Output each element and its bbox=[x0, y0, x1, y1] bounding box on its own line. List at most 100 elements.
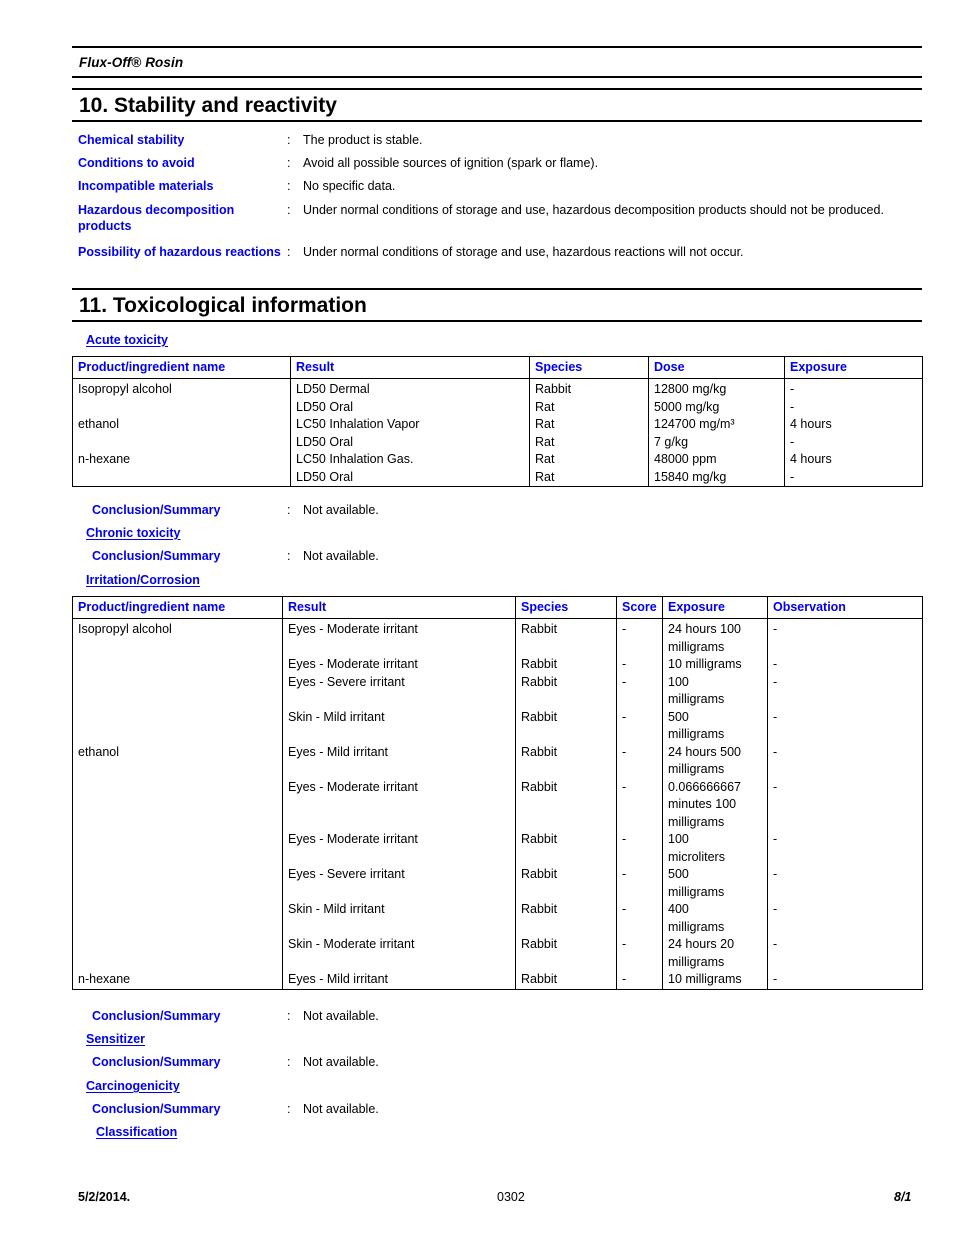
cell-observation: - bbox=[767, 778, 923, 831]
value-conclusion-summary: Not available. bbox=[303, 1102, 379, 1116]
cell-result: Eyes - Moderate irritant bbox=[282, 618, 516, 656]
col-header-observation: Observation bbox=[767, 596, 923, 619]
cell-result: LD50 Dermal bbox=[290, 378, 530, 399]
cell-exposure: 24 hours 20 milligrams bbox=[662, 936, 768, 971]
cell-species: Rabbit bbox=[515, 673, 617, 709]
value-conclusion-summary: Not available. bbox=[303, 549, 379, 563]
cell-species: Rat bbox=[529, 433, 649, 451]
table-row: Eyes - Moderate irritant Rabbit -0.0666666… bbox=[72, 778, 923, 831]
cell-species: Rabbit bbox=[515, 778, 617, 831]
cell-result: LC50 Inhalation Gas. bbox=[290, 451, 530, 469]
cell-score: - bbox=[616, 901, 663, 936]
value-possibility-hazardous-reactions: Under normal conditions of storage and u… bbox=[303, 245, 744, 259]
col-header-result: Result bbox=[290, 356, 530, 379]
cell-result: Eyes - Mild irritant bbox=[282, 971, 516, 990]
def-row-irritation-conclusion: Conclusion/Summary : Not available. bbox=[72, 1009, 922, 1025]
table-acute-toxicity: Product/ingredient name Result Species D… bbox=[72, 356, 923, 487]
cell-result: Eyes - Moderate irritant bbox=[282, 831, 516, 866]
table-row: LD50 Oral Rat 7 g/kg - bbox=[72, 433, 923, 451]
cell-product-name: Isopropyl alcohol bbox=[72, 618, 283, 656]
table-row: Isopropyl alcohol Eyes - Moderate irritan… bbox=[72, 618, 923, 656]
cell-observation: - bbox=[767, 673, 923, 709]
def-row-conditions-to-avoid: Conditions to avoid : Avoid all possible… bbox=[72, 156, 922, 172]
cell-product-name bbox=[72, 901, 283, 936]
table-row: Isopropyl alcohol LD50 Dermal Rabbit 128… bbox=[72, 378, 923, 399]
cell-species: Rabbit bbox=[515, 743, 617, 779]
cell-exposure: 4 hours bbox=[784, 451, 923, 469]
cell-exposure: 500 milligrams bbox=[662, 708, 768, 744]
cell-exposure: 100 microliters bbox=[662, 831, 768, 866]
subheading-carcinogenicity: Carcinogenicity bbox=[86, 1079, 180, 1093]
col-header-product-name: Product/ingredient name bbox=[72, 356, 291, 379]
footer-document-code: 0302 bbox=[497, 1190, 525, 1204]
cell-species: Rabbit bbox=[515, 656, 617, 674]
cell-result: Eyes - Moderate irritant bbox=[282, 778, 516, 831]
cell-result: LC50 Inhalation Vapor bbox=[290, 416, 530, 434]
cell-exposure: - bbox=[784, 433, 923, 451]
table-row: Eyes - Severe irritant Rabbit -500 milligra… bbox=[72, 866, 923, 901]
cell-product-name: Isopropyl alcohol bbox=[72, 378, 291, 399]
def-row-chronic-conclusion: Conclusion/Summary : Not available. bbox=[72, 549, 922, 565]
cell-species: Rabbit bbox=[515, 866, 617, 901]
cell-exposure: 100 milligrams bbox=[662, 673, 768, 709]
table-row: LD50 Oral Rat 15840 mg/kg - bbox=[72, 468, 923, 487]
table-irritation-corrosion: Product/ingredient name Result Species S… bbox=[72, 596, 923, 990]
cell-observation: - bbox=[767, 901, 923, 936]
table-row: Skin - Mild irritant Rabbit -500 milligrams… bbox=[72, 708, 923, 744]
value-conditions-to-avoid: Avoid all possible sources of ignition (… bbox=[303, 156, 599, 170]
cell-observation: - bbox=[767, 936, 923, 971]
cell-species: Rabbit bbox=[515, 971, 617, 990]
cell-score: - bbox=[616, 673, 663, 709]
cell-species: Rat bbox=[529, 398, 649, 416]
cell-exposure: 24 hours 500 milligrams bbox=[662, 743, 768, 779]
cell-dose: 12800 mg/kg bbox=[648, 378, 785, 399]
colon: : bbox=[287, 203, 291, 217]
cell-score: - bbox=[616, 708, 663, 744]
cell-dose: 7 g/kg bbox=[648, 433, 785, 451]
cell-dose: 48000 ppm bbox=[648, 451, 785, 469]
cell-product-name bbox=[72, 936, 283, 971]
cell-product-name: n-hexane bbox=[72, 451, 291, 469]
label-possibility-hazardous-reactions: Possibility of hazardous reactions bbox=[78, 245, 281, 259]
table-row: n-hexane LC50 Inhalation Gas. Rat 48000 … bbox=[72, 451, 923, 469]
col-header-species: Species bbox=[515, 596, 617, 619]
cell-species: Rat bbox=[529, 468, 649, 487]
cell-result: Eyes - Severe irritant bbox=[282, 673, 516, 709]
cell-dose: 5000 mg/kg bbox=[648, 398, 785, 416]
cell-species: Rat bbox=[529, 451, 649, 469]
cell-result: LD50 Oral bbox=[290, 433, 530, 451]
table-header-row: Product/ingredient name Result Species S… bbox=[72, 596, 923, 619]
cell-exposure: - bbox=[784, 468, 923, 487]
col-header-score: Score bbox=[616, 596, 663, 619]
cell-product-name bbox=[72, 398, 291, 416]
label-hazardous-decomposition-products: Hazardous decomposition products bbox=[78, 203, 235, 233]
footer-page-number: 8/1 bbox=[894, 1190, 912, 1204]
cell-exposure: 24 hours 100 milligrams bbox=[662, 618, 768, 656]
cell-species: Rabbit bbox=[515, 831, 617, 866]
subheading-sensitizer: Sensitizer bbox=[86, 1032, 146, 1046]
cell-result: Skin - Mild irritant bbox=[282, 708, 516, 744]
value-incompatible-materials: No specific data. bbox=[303, 179, 396, 193]
def-row-carcinogenicity-conclusion: Conclusion/Summary : Not available. bbox=[72, 1102, 922, 1118]
def-row-acute-conclusion: Conclusion/Summary : Not available. bbox=[72, 503, 922, 519]
label-conclusion-summary: Conclusion/Summary bbox=[92, 1055, 221, 1069]
col-header-species: Species bbox=[529, 356, 649, 379]
cell-exposure: 4 hours bbox=[784, 416, 923, 434]
cell-observation: - bbox=[767, 831, 923, 866]
cell-product-name bbox=[72, 831, 283, 866]
value-chemical-stability: The product is stable. bbox=[303, 133, 423, 147]
cell-product-name: ethanol bbox=[72, 416, 291, 434]
col-header-exposure: Exposure bbox=[662, 596, 768, 619]
cell-product-name bbox=[72, 468, 291, 487]
label-conclusion-summary: Conclusion/Summary bbox=[92, 549, 221, 563]
cell-observation: - bbox=[767, 708, 923, 744]
value-hazardous-decomposition-products: Under normal conditions of storage and u… bbox=[303, 203, 884, 217]
cell-product-name bbox=[72, 778, 283, 831]
cell-observation: - bbox=[767, 866, 923, 901]
def-row-hazardous-decomposition-products: Hazardous decomposition products : Under… bbox=[72, 203, 922, 234]
cell-species: Rabbit bbox=[515, 936, 617, 971]
table-header-row: Product/ingredient name Result Species D… bbox=[72, 356, 923, 379]
cell-score: - bbox=[616, 743, 663, 779]
section-heading-stability: 10. Stability and reactivity bbox=[72, 88, 922, 122]
cell-result: Eyes - Mild irritant bbox=[282, 743, 516, 779]
